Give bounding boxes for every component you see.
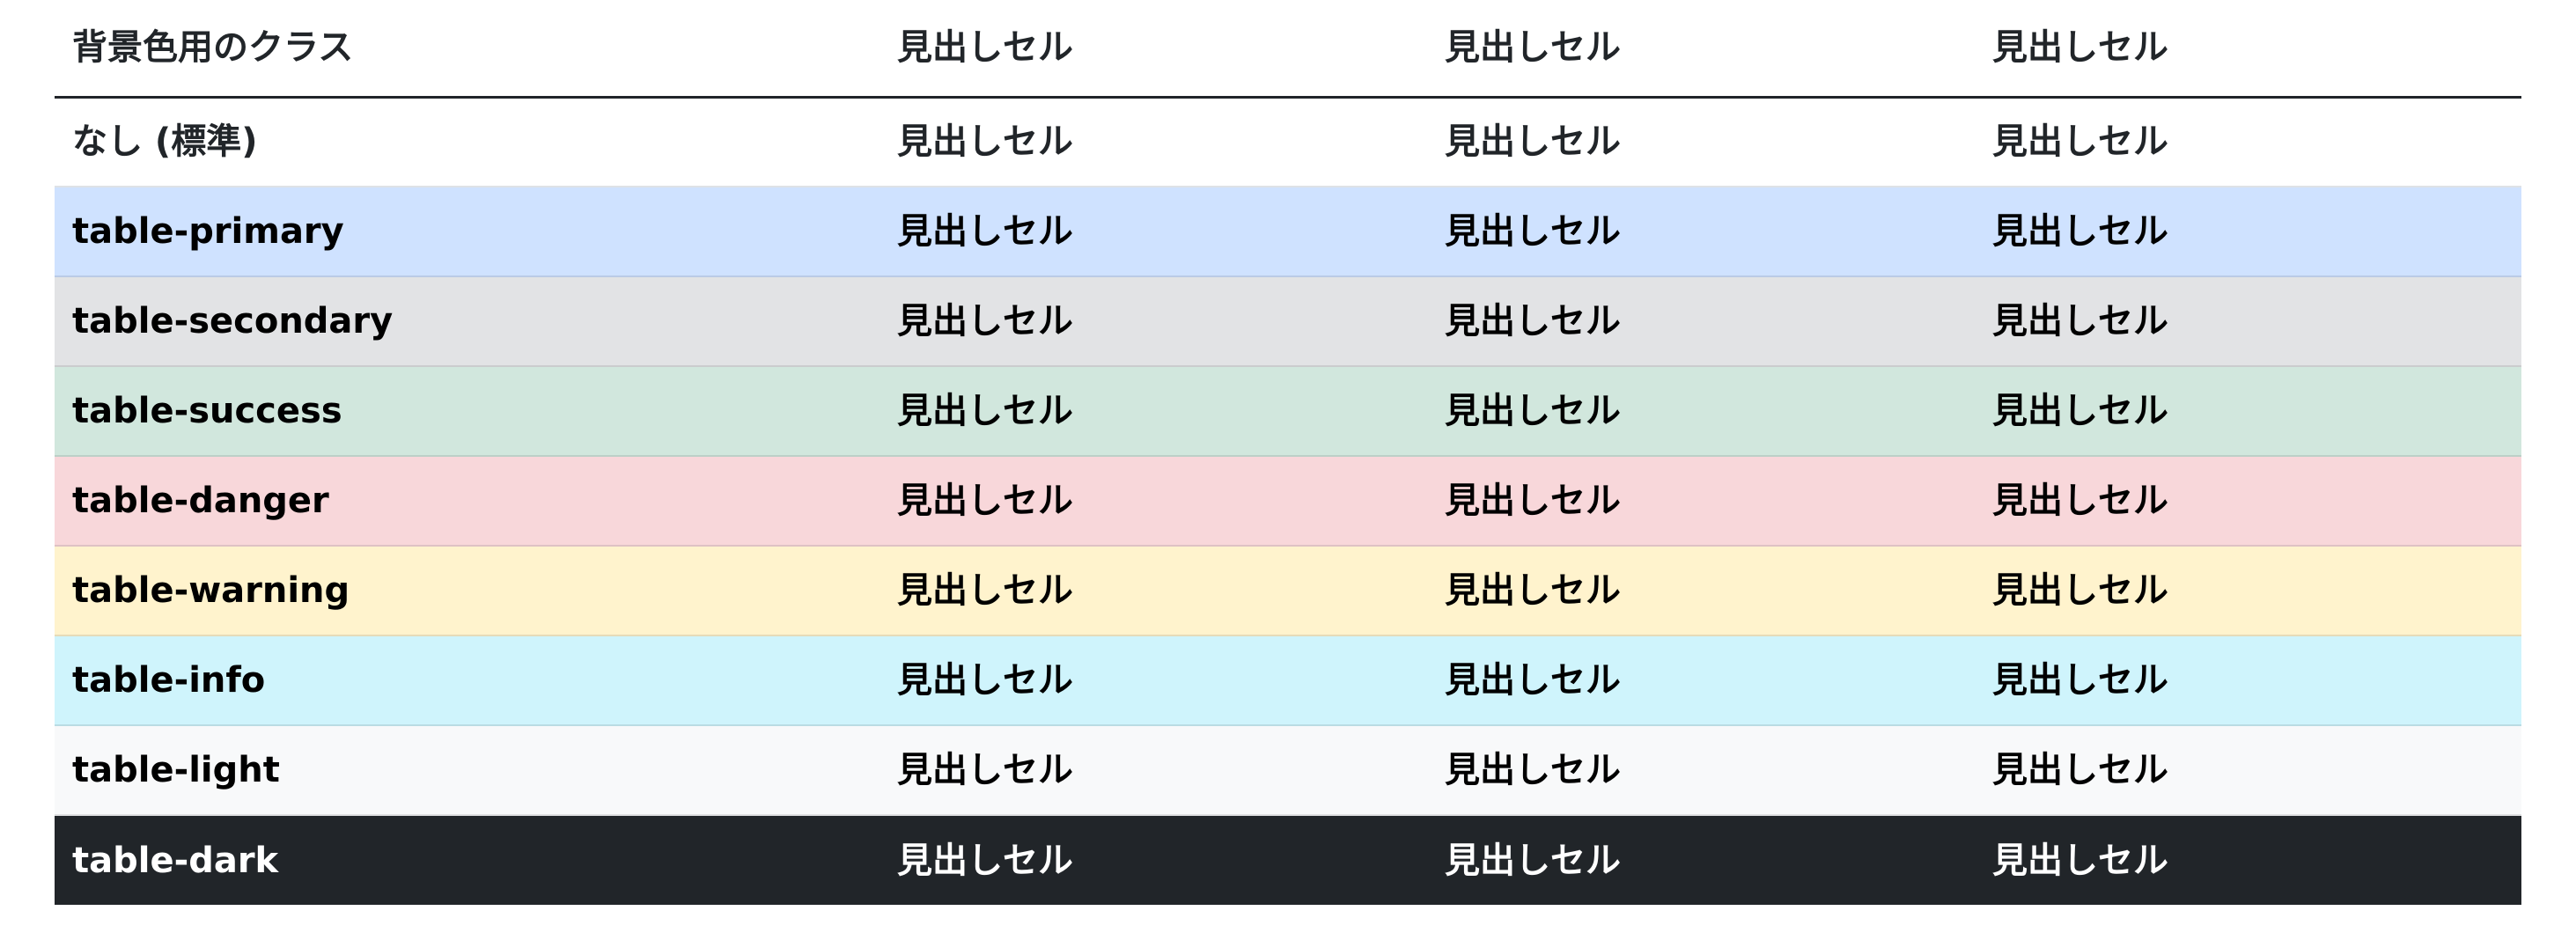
header-cell: 見出しセル: [1975, 0, 2521, 99]
table-row-warning: table-warning 見出しセル 見出しセル 見出しセル: [55, 546, 2521, 636]
table-cell: 見出しセル: [1975, 187, 2521, 277]
row-label: table-warning: [55, 546, 880, 636]
table-cell: 見出しセル: [1975, 725, 2521, 816]
table-cell: 見出しセル: [1975, 635, 2521, 726]
table-row-light: table-light 見出しセル 見出しセル 見出しセル: [55, 725, 2521, 816]
table-cell: 見出しセル: [1975, 366, 2521, 457]
table-cell: 見出しセル: [1427, 815, 1975, 905]
row-label: table-danger: [55, 456, 880, 547]
table-cell: 見出しセル: [880, 546, 1427, 636]
table-row-secondary: table-secondary 見出しセル 見出しセル 見出しセル: [55, 276, 2521, 367]
table-cell: 見出しセル: [1427, 456, 1975, 547]
table-cell: 見出しセル: [1427, 635, 1975, 726]
row-label: table-dark: [55, 815, 880, 905]
table-cell: 見出しセル: [880, 97, 1427, 187]
table-cell: 見出しセル: [1427, 187, 1975, 277]
header-cell: 見出しセル: [880, 0, 1427, 99]
table-cell: 見出しセル: [880, 635, 1427, 726]
table-cell: 見出しセル: [1427, 97, 1975, 187]
color-classes-table: 背景色用のクラス 見出しセル 見出しセル 見出しセル なし (標準) 見出しセル…: [55, 0, 2521, 905]
header-cell-class: 背景色用のクラス: [55, 0, 880, 99]
header-cell: 見出しセル: [1427, 0, 1975, 99]
row-label: table-info: [55, 635, 880, 726]
table-cell: 見出しセル: [1427, 725, 1975, 816]
table-cell: 見出しセル: [1975, 815, 2521, 905]
table-row-default: なし (標準) 見出しセル 見出しセル 見出しセル: [55, 97, 2521, 187]
row-label: table-light: [55, 725, 880, 816]
row-label: なし (標準): [55, 97, 880, 187]
table-cell: 見出しセル: [1975, 546, 2521, 636]
table-cell: 見出しセル: [880, 725, 1427, 816]
table-cell: 見出しセル: [880, 187, 1427, 277]
table-cell: 見出しセル: [1427, 546, 1975, 636]
table-cell: 見出しセル: [1427, 366, 1975, 457]
table-head: 背景色用のクラス 見出しセル 見出しセル 見出しセル: [55, 0, 2521, 99]
table-row-danger: table-danger 見出しセル 見出しセル 見出しセル: [55, 456, 2521, 547]
row-label: table-secondary: [55, 276, 880, 367]
table-cell: 見出しセル: [1975, 97, 2521, 187]
table-cell: 見出しセル: [880, 456, 1427, 547]
table-cell: 見出しセル: [880, 815, 1427, 905]
table-row-dark: table-dark 見出しセル 見出しセル 見出しセル: [55, 815, 2521, 905]
table-cell: 見出しセル: [1975, 456, 2521, 547]
table-body: なし (標準) 見出しセル 見出しセル 見出しセル table-primary …: [55, 97, 2521, 905]
table-cell: 見出しセル: [880, 366, 1427, 457]
table-container: 背景色用のクラス 見出しセル 見出しセル 見出しセル なし (標準) 見出しセル…: [55, 0, 2521, 905]
table-cell: 見出しセル: [1427, 276, 1975, 367]
table-row-primary: table-primary 見出しセル 見出しセル 見出しセル: [55, 187, 2521, 277]
table-cell: 見出しセル: [880, 276, 1427, 367]
table-cell: 見出しセル: [1975, 276, 2521, 367]
row-label: table-primary: [55, 187, 880, 277]
table-row-success: table-success 見出しセル 見出しセル 見出しセル: [55, 366, 2521, 457]
table-row-info: table-info 見出しセル 見出しセル 見出しセル: [55, 635, 2521, 726]
row-label: table-success: [55, 366, 880, 457]
header-row: 背景色用のクラス 見出しセル 見出しセル 見出しセル: [55, 0, 2521, 99]
